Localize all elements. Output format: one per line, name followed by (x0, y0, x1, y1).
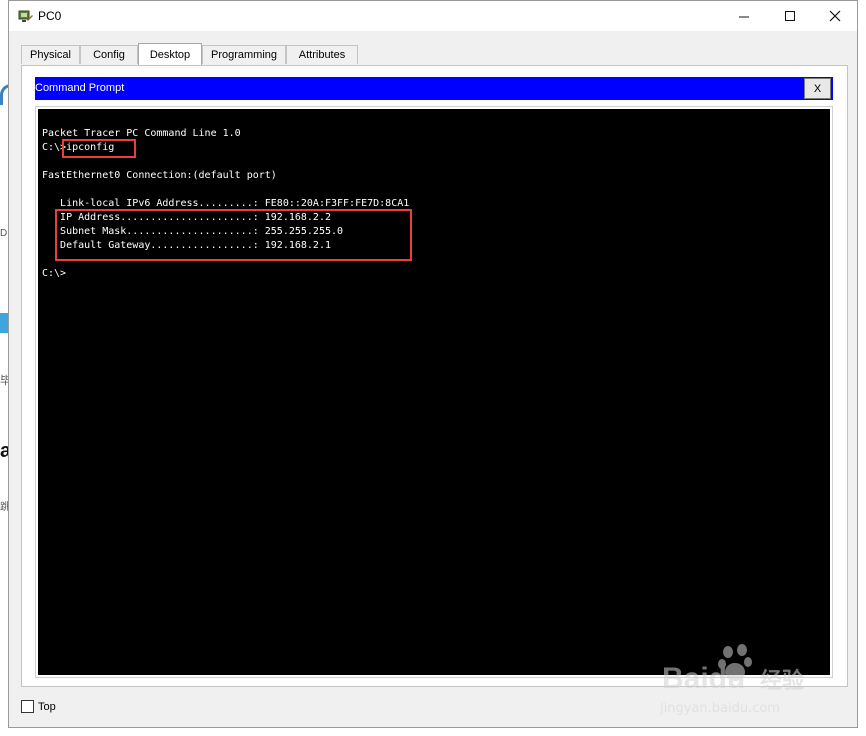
close-icon (829, 10, 841, 22)
screen: DI 毕 a 跳 PC0 Physical Config Desktop Pro… (0, 0, 866, 736)
window-titlebar[interactable]: PC0 (9, 1, 857, 31)
maximize-icon (784, 10, 795, 21)
close-button[interactable] (812, 1, 858, 31)
command-prompt-titlebar: Command Prompt X (35, 77, 833, 100)
command-prompt-close-button[interactable]: X (804, 78, 831, 99)
packet-tracer-pc-icon (18, 10, 33, 22)
watermark-brand: Baidu (662, 662, 745, 695)
command-prompt-title: Command Prompt (35, 82, 125, 94)
top-checkbox[interactable] (21, 700, 34, 713)
window-title: PC0 (38, 9, 62, 23)
terminal-line: IP Address......................: 192.16… (42, 212, 331, 223)
top-checkbox-label: Top (38, 701, 56, 713)
baidu-watermark-logo: Baidu 经验 jingyan.baidu.com (660, 644, 804, 716)
maximize-button[interactable] (767, 1, 813, 31)
terminal-line: Default Gateway.................: 192.16… (42, 240, 331, 251)
watermark-url: jingyan.baidu.com (660, 701, 780, 716)
terminal-line: Subnet Mask.....................: 255.25… (42, 226, 344, 237)
tab-config[interactable]: Config (80, 45, 138, 64)
pc0-window: PC0 Physical Config Desktop Programming … (8, 0, 858, 728)
terminal-line: C:\>ipconfig (42, 142, 115, 153)
tab-programming[interactable]: Programming (202, 45, 286, 64)
background-fragment (0, 313, 8, 333)
terminal-output[interactable]: Packet Tracer PC Command Line 1.0 C:\>ip… (38, 109, 830, 675)
terminal-line: Packet Tracer PC Command Line 1.0 (42, 128, 241, 139)
terminal-line: Link-local IPv6 Address.........: FE80::… (42, 198, 410, 209)
terminal-line: C:\> (42, 268, 67, 279)
tab-attributes[interactable]: Attributes (286, 45, 358, 64)
terminal-frame: Packet Tracer PC Command Line 1.0 C:\>ip… (35, 106, 833, 678)
terminal-line: FastEthernet0 Connection:(default port) (42, 170, 277, 181)
tab-desktop[interactable]: Desktop (138, 43, 202, 65)
minimize-icon (738, 16, 749, 17)
minimize-button[interactable] (721, 1, 767, 31)
desktop-panel: Command Prompt X Packet Tracer PC Comman… (21, 65, 848, 687)
tab-physical[interactable]: Physical (21, 45, 80, 64)
watermark-brand-cn: 经验 (760, 668, 804, 694)
